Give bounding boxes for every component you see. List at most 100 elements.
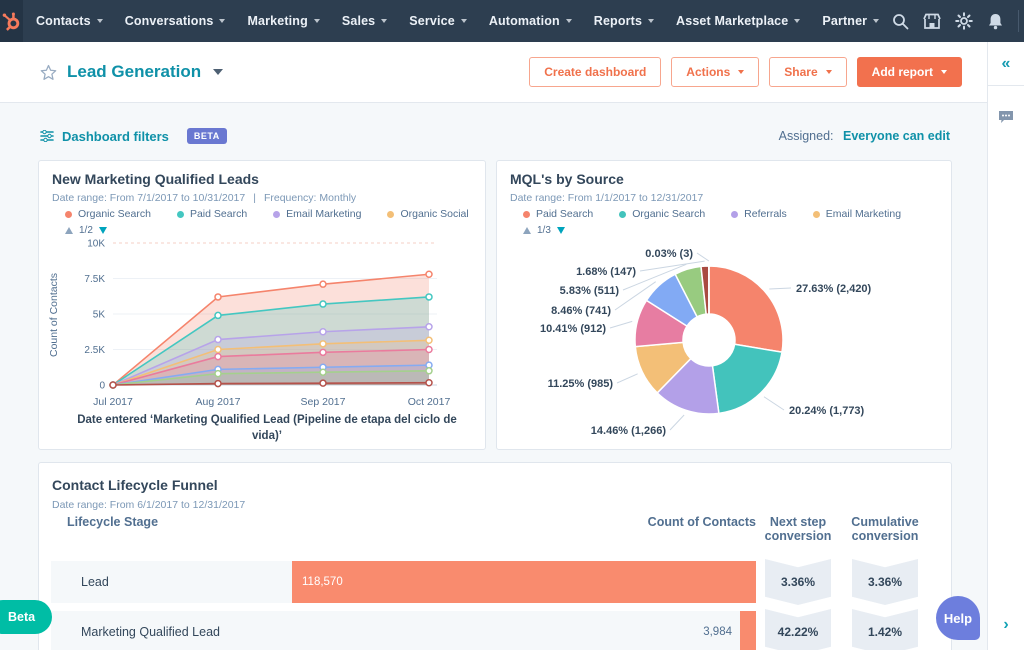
- nav-item-partner[interactable]: Partner: [811, 0, 890, 42]
- next-step-conversion-badge: 3.36%: [765, 559, 831, 605]
- svg-text:1.68% (147): 1.68% (147): [576, 266, 636, 278]
- legend-dot: [619, 210, 627, 218]
- nav-item-service[interactable]: Service: [398, 0, 478, 42]
- share-button[interactable]: Share: [769, 57, 847, 87]
- main-menu: Contacts Conversations Marketing Sales S…: [23, 0, 892, 42]
- legend-item[interactable]: Paid Search: [523, 208, 593, 220]
- gear-icon[interactable]: [955, 12, 974, 30]
- beta-badge: BETA: [186, 128, 227, 144]
- expand-next-icon[interactable]: ›: [988, 616, 1024, 634]
- legend-item[interactable]: Email Marketing: [812, 208, 901, 220]
- svg-text:8.46% (741): 8.46% (741): [551, 305, 611, 317]
- legend-dot: [176, 210, 184, 218]
- legend-item[interactable]: Email Marketing: [273, 208, 361, 220]
- cumulative-conversion-badge: 1.42%: [852, 609, 918, 650]
- assigned-value-link[interactable]: Everyone can edit: [843, 129, 950, 143]
- add-report-button[interactable]: Add report: [856, 57, 962, 87]
- nav-item-conversations[interactable]: Conversations: [114, 0, 237, 42]
- svg-text:5.83% (511): 5.83% (511): [560, 285, 620, 297]
- help-button[interactable]: Help: [936, 596, 980, 640]
- legend-dot: [65, 210, 72, 218]
- pager-label: 1/3: [537, 225, 551, 236]
- chevron-down-icon: [738, 70, 745, 74]
- legend-item[interactable]: Organic Search: [65, 208, 151, 220]
- sprocket-icon: [2, 11, 20, 31]
- svg-text:0: 0: [99, 381, 105, 392]
- pager-up-icon[interactable]: [523, 227, 531, 234]
- svg-text:14.46% (1,266): 14.46% (1,266): [591, 425, 667, 437]
- nav-item-automation[interactable]: Automation: [478, 0, 583, 42]
- legend-dot: [273, 210, 281, 218]
- funnel-bar-area: 118,570: [292, 561, 756, 603]
- marketplace-icon[interactable]: [923, 13, 941, 30]
- svg-text:5K: 5K: [93, 310, 106, 321]
- stage-label: Lead: [81, 575, 109, 589]
- count-value: 118,570: [302, 576, 343, 588]
- header-actions: Create dashboard Actions Share Add repor…: [529, 57, 962, 87]
- funnel-row-lead: Lead 118,570: [51, 561, 756, 603]
- chevron-down-icon: [381, 19, 388, 23]
- area-line-chart: 0 2.5K 5K 7.5K 10K Jul 2017 Aug 2017 Sep 2017 Oc…: [48, 239, 450, 409]
- svg-text:10K: 10K: [87, 239, 105, 250]
- meta-divider: |: [253, 192, 256, 204]
- report-card-new-mqls: New Marketing Qualified Leads Date range…: [38, 160, 486, 450]
- chevron-down-icon: [313, 19, 320, 23]
- legend-item[interactable]: Organic Search: [619, 208, 705, 220]
- column-header-lifecycle-stage: Lifecycle Stage: [67, 515, 159, 529]
- next-step-conversion-badge: 42.22%: [765, 609, 831, 650]
- hubspot-logo[interactable]: [0, 0, 23, 42]
- column-header-cumulative: Cumulative conversion: [851, 515, 919, 544]
- bell-icon[interactable]: [987, 12, 1004, 30]
- page-title[interactable]: Lead Generation: [67, 62, 201, 82]
- report-card-lifecycle-funnel: Contact Lifecycle Funnel Date range: Fro…: [38, 462, 952, 650]
- chart-legend: Paid Search Organic Search Referrals Ema…: [523, 208, 901, 220]
- collapse-panel-icon[interactable]: «: [988, 42, 1024, 86]
- nav-item-reports[interactable]: Reports: [583, 0, 665, 42]
- filter-icon: [40, 130, 54, 142]
- favorite-star-icon[interactable]: [40, 64, 57, 81]
- column-header-next-step: Next step conversion: [764, 515, 832, 544]
- x-axis-title: Date entered ‘Marketing Qualified Lead (…: [77, 414, 457, 442]
- nav-item-marketing[interactable]: Marketing: [236, 0, 330, 42]
- comments-icon[interactable]: [988, 110, 1024, 124]
- chevron-down-icon: [460, 19, 467, 23]
- top-navigation: Contacts Conversations Marketing Sales S…: [0, 0, 1024, 42]
- svg-text:0.03% (3): 0.03% (3): [645, 248, 693, 260]
- legend-dot: [731, 210, 739, 218]
- search-icon[interactable]: [892, 13, 909, 30]
- legend-pager: 1/3: [523, 225, 565, 236]
- chevron-down-icon: [873, 19, 880, 23]
- dashboard-filters-toggle[interactable]: Dashboard filters BETA: [40, 128, 227, 144]
- chevron-down-icon: [96, 19, 103, 23]
- chevron-down-icon: [825, 70, 832, 74]
- create-dashboard-button[interactable]: Create dashboard: [529, 57, 662, 87]
- chevron-down-icon: [794, 19, 801, 23]
- report-meta: Date range: From 7/1/2017 to 10/31/2017 …: [52, 192, 357, 204]
- hubspot-dashboard-page: Contacts Conversations Marketing Sales S…: [0, 0, 1024, 650]
- nav-item-asset-marketplace[interactable]: Asset Marketplace: [665, 0, 811, 42]
- actions-button[interactable]: Actions: [671, 57, 760, 87]
- pager-down-icon[interactable]: [556, 227, 565, 234]
- chevron-down-icon: [648, 19, 655, 23]
- report-title: MQL's by Source: [510, 171, 624, 187]
- svg-text:20.24% (1,773): 20.24% (1,773): [789, 405, 865, 417]
- beta-pill-button[interactable]: Beta: [0, 600, 53, 634]
- report-title: Contact Lifecycle Funnel: [52, 477, 218, 493]
- pager-up-icon[interactable]: [65, 227, 73, 234]
- assigned-setting: Assigned: Everyone can edit: [778, 129, 950, 143]
- svg-text:Aug 2017: Aug 2017: [196, 396, 241, 408]
- nav-item-contacts[interactable]: Contacts: [25, 0, 114, 42]
- chevron-down-icon: [219, 19, 226, 23]
- legend-item[interactable]: Referrals: [731, 208, 787, 220]
- funnel-bar: [292, 561, 756, 603]
- legend-item[interactable]: Paid Search: [176, 208, 247, 220]
- legend-dot: [387, 210, 395, 218]
- legend-item[interactable]: Organic Social: [387, 208, 469, 220]
- nav-item-sales[interactable]: Sales: [331, 0, 398, 42]
- dashboard-header: Lead Generation Create dashboard Actions…: [0, 42, 988, 103]
- legend-dot: [812, 210, 820, 218]
- pager-down-icon[interactable]: [98, 227, 107, 234]
- svg-text:Jul 2017: Jul 2017: [93, 396, 133, 408]
- svg-text:Count of Contacts: Count of Contacts: [48, 273, 60, 357]
- title-dropdown-chevron-icon[interactable]: [213, 69, 224, 75]
